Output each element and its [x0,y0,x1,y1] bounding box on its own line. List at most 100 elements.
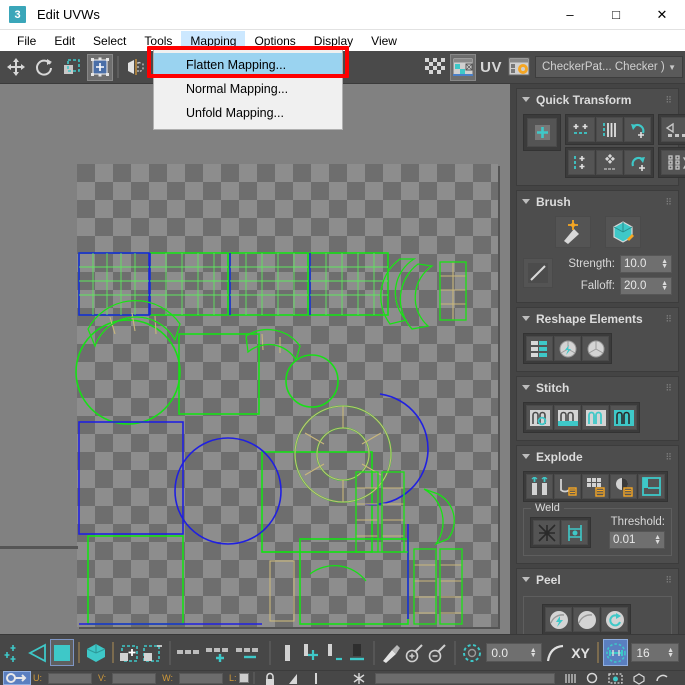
drag-grip-icon[interactable]: ⠿ [665,95,673,104]
peel-mode-icon[interactable] [573,607,600,632]
checker-pattern-icon[interactable] [422,54,448,81]
snap-icon-active[interactable] [602,639,629,666]
loop-uv-grow-icon[interactable] [205,639,235,666]
stitch-custom-icon[interactable] [526,405,553,430]
rollout-header-reshape-elements[interactable]: Reshape Elements ⠿ [517,308,678,329]
snap-status-icon[interactable] [305,671,328,685]
lock-selection-icon[interactable] [3,671,31,685]
uv-editor-canvas[interactable] [0,84,510,634]
rollout-header-stitch[interactable]: Stitch ⠿ [517,377,678,398]
paint-add-icon[interactable] [403,639,427,666]
grid-size-input[interactable]: 16 ▲ ▼ [631,643,680,662]
maximize-button[interactable]: □ [593,0,639,30]
space-vertical-icon[interactable] [596,117,623,142]
freeform-mode-icon[interactable] [87,53,113,81]
snowflake-icon[interactable] [348,671,371,685]
relax-element-icon[interactable] [554,336,581,361]
drag-grip-icon[interactable]: ⠿ [665,314,673,323]
break-angle-icon[interactable] [554,474,581,499]
pan-icon[interactable] [651,671,674,685]
menu-item-unfold-mapping[interactable]: Unfold Mapping... [154,101,342,125]
lock-icon[interactable] [259,671,282,685]
strength-input[interactable]: 10.0 ▲ ▼ [620,255,672,273]
drag-grip-icon[interactable]: ⠿ [665,452,673,461]
soft-selection-icon[interactable] [460,639,484,666]
straighten-icon[interactable] [526,336,553,361]
rotate-ccw-icon[interactable] [624,117,651,142]
menu-options[interactable]: Options [245,31,304,51]
spinner-arrows-icon[interactable]: ▲ ▼ [661,280,668,292]
rollout-header-peel[interactable]: Peel ⠿ [517,569,678,590]
mirror-icon[interactable] [123,54,149,81]
spinner-arrows-icon[interactable]: ▲ ▼ [654,534,661,546]
rollout-header-brush[interactable]: Brush ⠿ [517,191,678,212]
falloff-curve-status-icon[interactable] [545,639,569,666]
align-vertical-icon[interactable] [568,150,595,175]
menu-display[interactable]: Display [305,31,362,51]
align-baseline-icon[interactable] [346,639,370,666]
ring-uv-icon[interactable] [235,639,265,666]
shrink-selection-icon[interactable] [141,639,165,666]
progress-field[interactable] [374,672,555,684]
move-icon[interactable] [3,54,29,81]
falloff-curve-icon[interactable] [523,258,553,288]
menu-tools[interactable]: Tools [135,31,181,51]
menu-edit[interactable]: Edit [45,31,84,51]
spinner-arrows-icon[interactable]: ▲ ▼ [530,647,537,659]
zoom-extents-icon[interactable] [628,671,651,685]
spinner-arrows-icon[interactable]: ▲ ▼ [661,258,668,270]
coord-w-field[interactable] [179,672,224,684]
flip-horizontal-icon[interactable] [661,117,685,142]
threshold-input[interactable]: 0.01 ▲ ▼ [609,531,665,549]
menu-item-flatten-mapping[interactable]: Flatten Mapping... [154,53,342,77]
paint-brush-icon[interactable] [379,639,403,666]
align-element-icon[interactable] [275,639,299,666]
material-dropdown[interactable]: CheckerPat... Checker ) ▼ [535,56,683,78]
rollout-header-explode[interactable]: Explode ⠿ [517,446,678,467]
stitch-diagonal-icon[interactable] [582,405,609,430]
mirror-status-icon[interactable] [282,671,305,685]
falloff-input[interactable]: 20.0 ▲ ▼ [620,277,672,295]
align-add-icon[interactable] [299,639,323,666]
rotate-cw-icon[interactable] [624,150,651,175]
rollout-header-quick-transform[interactable]: Quick Transform ⠿ [517,89,678,110]
menu-view[interactable]: View [362,31,406,51]
element-select-icon[interactable] [84,639,108,666]
menu-file[interactable]: File [8,31,45,51]
coord-u-field[interactable] [48,672,92,684]
grow-selection-icon[interactable] [118,639,142,666]
soft-selection-value-input[interactable]: 0.0 ▲ ▼ [486,643,542,662]
paint-deform-icon[interactable] [604,216,641,248]
menu-select[interactable]: Select [84,31,135,51]
menu-item-normal-mapping[interactable]: Normal Mapping... [154,77,342,101]
target-weld-icon[interactable] [561,520,588,545]
uv-options-gear-icon[interactable] [506,54,532,81]
drag-grip-icon[interactable]: ⠿ [665,575,673,584]
vertex-select-icon[interactable] [3,639,27,666]
flatten-element-icon[interactable] [582,336,609,361]
break-icon[interactable] [526,474,553,499]
weld-selected-icon[interactable] [533,520,560,545]
scale-icon[interactable] [59,54,85,81]
flip-vertical-icon[interactable] [661,150,685,175]
break-grid-icon[interactable] [582,474,609,499]
pelt-reset-icon[interactable] [601,607,628,632]
break-material-icon[interactable] [610,474,637,499]
coord-v-field[interactable] [112,672,157,684]
paint-subtract-icon[interactable] [426,639,450,666]
drag-grip-icon[interactable]: ⠿ [665,383,673,392]
relax-brush-icon[interactable] [554,216,591,248]
face-select-icon[interactable] [50,639,75,666]
align-horizontal-icon[interactable] [568,117,595,142]
stitch-selected-icon[interactable] [554,405,581,430]
pack-uvs-icon[interactable] [596,150,623,175]
menu-mapping[interactable]: Mapping [181,30,246,51]
brush-status-icon[interactable] [559,671,582,685]
stitch-all-icon[interactable] [610,405,637,430]
align-bottom-icon[interactable] [322,639,346,666]
zoom-region-icon[interactable] [605,671,628,685]
quick-peel-icon[interactable] [545,607,572,632]
close-button[interactable]: ✕ [639,0,685,30]
loop-uv-icon[interactable] [175,639,205,666]
break-uv-icon[interactable] [638,474,665,499]
